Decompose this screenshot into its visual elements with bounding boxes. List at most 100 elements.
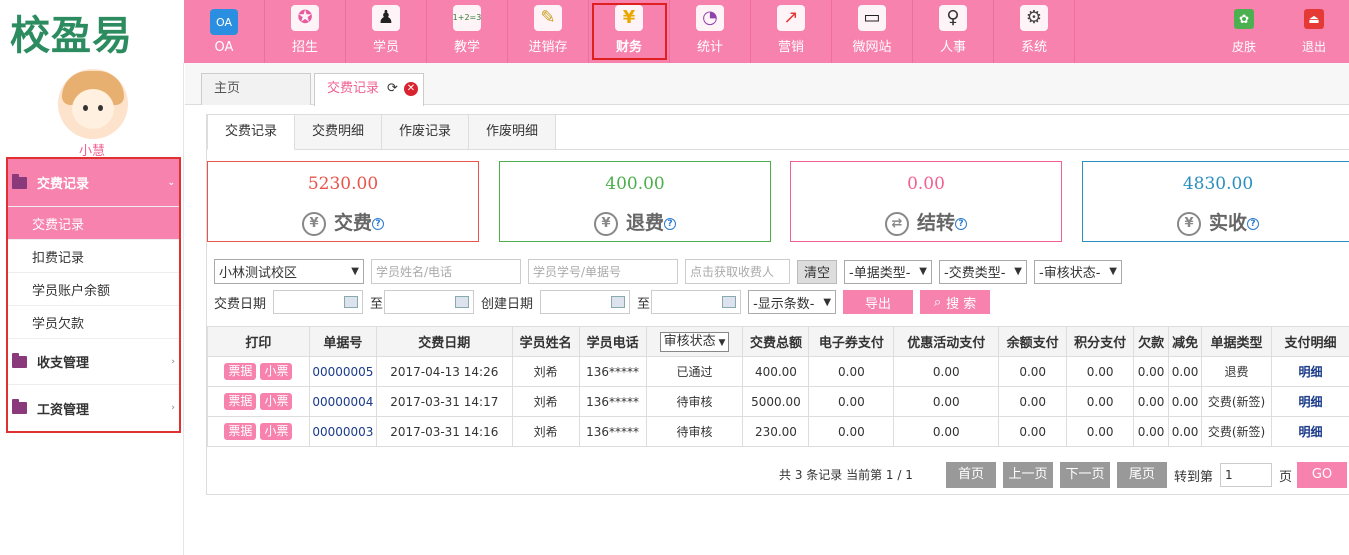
doc-type-value: -单据类型-	[849, 266, 911, 281]
column-header[interactable]: 审核状态 ▼	[645, 326, 744, 357]
export-button[interactable]: 导出	[843, 290, 914, 314]
nav-item-finance[interactable]: ¥ 财务	[589, 0, 670, 63]
summary-card: 400.00 ¥ 退费?	[499, 161, 771, 242]
pay-type-value: -交费类型-	[944, 266, 1006, 281]
detail-link[interactable]: 明细	[1298, 425, 1322, 439]
menu-group-income-expense[interactable]: 收支管理 ›	[8, 339, 179, 385]
pay-type-select[interactable]: -交费类型- ▼	[939, 259, 1027, 284]
nav-item-marketing[interactable]: ↗ 营销	[751, 0, 832, 63]
first-page-button[interactable]: 首页	[946, 462, 996, 488]
calendar-icon[interactable]	[611, 296, 626, 308]
print-ticket-button[interactable]: 小票	[260, 393, 293, 410]
menu-group-salary[interactable]: 工资管理 ›	[8, 385, 179, 431]
avatar-eye	[83, 105, 88, 111]
subtab-payment-details[interactable]: 交费明细	[295, 115, 383, 150]
search-button[interactable]: ⌕ 搜 索	[920, 290, 991, 314]
cell-status: 待审核	[645, 386, 744, 417]
nav-item-skin[interactable]: ✿ 皮肤	[1209, 0, 1279, 63]
summary-label-row: ¥ 退费?	[500, 208, 770, 236]
go-button[interactable]: GO	[1297, 462, 1347, 488]
campus-select[interactable]: 小林测试校区 ▼	[214, 259, 364, 284]
cell-debt: 0.00	[1133, 416, 1170, 447]
sidebar-item-account-balance[interactable]: 学员账户余额	[8, 273, 179, 306]
audit-filter-select[interactable]: 审核状态 ▼	[659, 331, 730, 352]
last-page-button[interactable]: 尾页	[1117, 462, 1167, 488]
nav-item-monitor[interactable]: ▭ 微网站	[832, 0, 913, 63]
prev-page-button[interactable]: 上一页	[1003, 462, 1053, 488]
print-cell: 票据 小票	[207, 416, 310, 447]
cell-value: 待审核	[676, 395, 713, 409]
cell-coupon: 0.00	[808, 416, 895, 447]
help-icon[interactable]: ?	[1247, 217, 1259, 230]
calendar-icon[interactable]	[722, 296, 737, 308]
nav-item-blackboard[interactable]: 1+2=3 教学	[427, 0, 508, 63]
close-icon[interactable]: ✕	[403, 81, 418, 96]
print-receipt-button[interactable]: 票据	[224, 363, 257, 380]
nav-item-inventory[interactable]: ✎ 进销存	[508, 0, 589, 63]
pay-date-end[interactable]	[384, 290, 475, 314]
doc-type-select[interactable]: -单据类型- ▼	[844, 259, 932, 284]
student-name-input[interactable]: 学员姓名/电话	[371, 259, 521, 284]
nav-item-oa[interactable]: OA OA	[184, 0, 265, 63]
print-receipt-button[interactable]: 票据	[224, 393, 257, 410]
receiver-input[interactable]: 点击获取收费人	[685, 259, 790, 284]
nav-item-person[interactable]: ♀ 人事	[913, 0, 994, 63]
student-id-input[interactable]: 学员学号/单据号	[528, 259, 678, 284]
create-date-start[interactable]	[540, 290, 631, 314]
sidebar-item-deduction-records[interactable]: 扣费记录	[8, 240, 179, 273]
calendar-icon[interactable]	[455, 296, 470, 308]
nav-item-student[interactable]: ♟ 学员	[346, 0, 427, 63]
cell-value: 0.00	[1137, 394, 1165, 409]
print-ticket-button[interactable]: 小票	[260, 423, 293, 440]
detail-link[interactable]: 明细	[1298, 365, 1322, 379]
print-receipt-button[interactable]: 票据	[224, 423, 257, 440]
student-icon: ♟	[372, 5, 400, 31]
cell-value: 0.00	[838, 394, 865, 409]
tab-label: 主页	[214, 81, 241, 96]
menu-group-payment[interactable]: 交费记录 ⌄	[8, 159, 179, 207]
doc-number-link[interactable]: 00000003	[312, 425, 373, 439]
cell-value: 0.00	[1019, 394, 1047, 409]
avatar[interactable]	[58, 69, 128, 139]
column-header-label: 电子券支付	[818, 336, 884, 351]
calendar-icon[interactable]	[344, 296, 359, 308]
clear-button[interactable]: 清空	[797, 259, 837, 284]
column-header: 优惠活动支付	[893, 326, 1000, 357]
cell-name: 刘希	[511, 416, 580, 447]
page-number-input[interactable]: 1	[1220, 463, 1272, 487]
cell-value: 0.00	[1137, 364, 1165, 379]
nav-item-recruit[interactable]: ✪ 招生	[265, 0, 346, 63]
audit-status-select[interactable]: -审核状态- ▼	[1034, 259, 1122, 284]
nav-item-statistics[interactable]: ◔ 统计	[670, 0, 751, 63]
subtab-void-records[interactable]: 作废记录	[382, 115, 470, 150]
marketing-icon: ↗	[777, 5, 805, 31]
subtab-payment-records[interactable]: 交费记录	[207, 115, 296, 150]
nav-item-logout[interactable]: ⏏ 退出	[1279, 0, 1349, 63]
subtab-void-details[interactable]: 作废明细	[469, 115, 557, 150]
tab-home[interactable]: 主页	[201, 73, 311, 105]
sidebar-item-payment-records[interactable]: 交费记录	[8, 207, 179, 240]
doc-number-link[interactable]: 00000005	[312, 365, 373, 379]
display-count-select[interactable]: -显示条数- ▼	[748, 290, 837, 314]
nav-item-gear[interactable]: ⚙ 系统	[994, 0, 1075, 63]
cell-value: 400.00	[754, 364, 797, 379]
doc-number-link[interactable]: 00000004	[312, 395, 373, 409]
sidebar-item-arrears[interactable]: 学员欠款	[8, 306, 179, 339]
nav-label: 招生	[291, 40, 318, 55]
tab-payment-records[interactable]: 交费记录 ⟳ ✕	[314, 73, 424, 106]
help-icon[interactable]: ?	[955, 217, 967, 230]
print-ticket-button[interactable]: 小票	[260, 363, 293, 380]
detail-link[interactable]: 明细	[1298, 395, 1322, 409]
pay-date-start[interactable]	[273, 290, 364, 314]
cell-value: 刘希	[533, 425, 558, 439]
refresh-icon[interactable]: ⟳	[387, 74, 398, 104]
dropdown-arrow-icon: ▼	[351, 266, 359, 277]
goto-label: 转到第	[1174, 470, 1214, 485]
create-date-end[interactable]	[651, 290, 742, 314]
table-header-row: 打印 单据号 交费日期 学员姓名 学员电话 审核状态 ▼ 交费总额 电子券支付 优惠活动支付 余额…	[207, 326, 1349, 357]
help-icon[interactable]: ?	[664, 217, 676, 230]
search-icon: ⌕	[933, 294, 942, 310]
summary-value: 4830.00	[1182, 174, 1254, 194]
help-icon[interactable]: ?	[372, 217, 384, 230]
next-page-button[interactable]: 下一页	[1060, 462, 1110, 488]
